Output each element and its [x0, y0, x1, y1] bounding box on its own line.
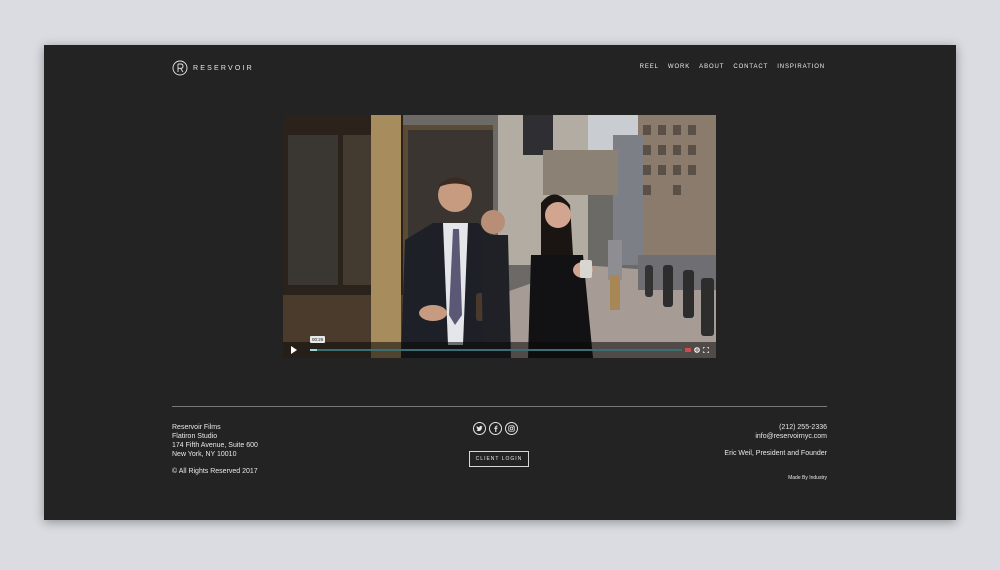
video-controls: 00:26 [283, 336, 716, 358]
video-player[interactable]: 00:26 [283, 115, 716, 358]
logo[interactable]: RESERVOIR [172, 60, 254, 76]
fullscreen-icon[interactable] [703, 347, 709, 353]
video-time: 00:26 [310, 336, 326, 343]
logo-text: RESERVOIR [193, 64, 254, 72]
logo-mark-icon [172, 60, 188, 76]
video-progress-fill [310, 349, 318, 351]
nav-contact[interactable]: CONTACT [733, 64, 768, 70]
main-nav: REEL WORK ABOUT CONTACT INSPIRATION [631, 64, 825, 70]
video-frame-image [283, 115, 716, 358]
street-address: 174 Fifth Avenue, Suite 600 [172, 442, 258, 449]
social-links [473, 422, 521, 435]
settings-icon[interactable] [694, 347, 700, 353]
twitter-icon[interactable] [473, 422, 486, 435]
video-progress-bar[interactable] [310, 349, 682, 351]
city-address: New York, NY 10010 [172, 451, 237, 458]
footer-contact: (212) 255-2336 info@reservoirnyc.com [755, 423, 827, 441]
company-name: Reservoir Films [172, 424, 221, 431]
nav-about[interactable]: ABOUT [699, 64, 724, 70]
nav-work[interactable]: WORK [668, 64, 690, 70]
email-link[interactable]: info@reservoirnyc.com [755, 433, 827, 440]
volume-icon[interactable] [685, 347, 691, 353]
footer-divider [172, 406, 827, 407]
phone-number: (212) 255-2336 [779, 424, 827, 431]
copyright: © All Rights Reserved 2017 [172, 468, 258, 475]
page-frame: RESERVOIR REEL WORK ABOUT CONTACT INSPIR… [44, 45, 956, 520]
nav-inspiration[interactable]: INSPIRATION [777, 64, 825, 70]
client-login-button[interactable]: CLIENT LOGIN [469, 451, 529, 467]
play-icon[interactable] [291, 346, 297, 354]
made-by-link[interactable]: Made By Industry [788, 475, 827, 481]
studio-name: Flatiron Studio [172, 433, 218, 440]
founder-credit: Eric Weil, President and Founder [724, 450, 827, 457]
instagram-icon[interactable] [505, 422, 518, 435]
nav-reel[interactable]: REEL [640, 64, 659, 70]
footer-address: Reservoir Films Flatiron Studio 174 Fift… [172, 423, 258, 459]
facebook-icon[interactable] [489, 422, 502, 435]
